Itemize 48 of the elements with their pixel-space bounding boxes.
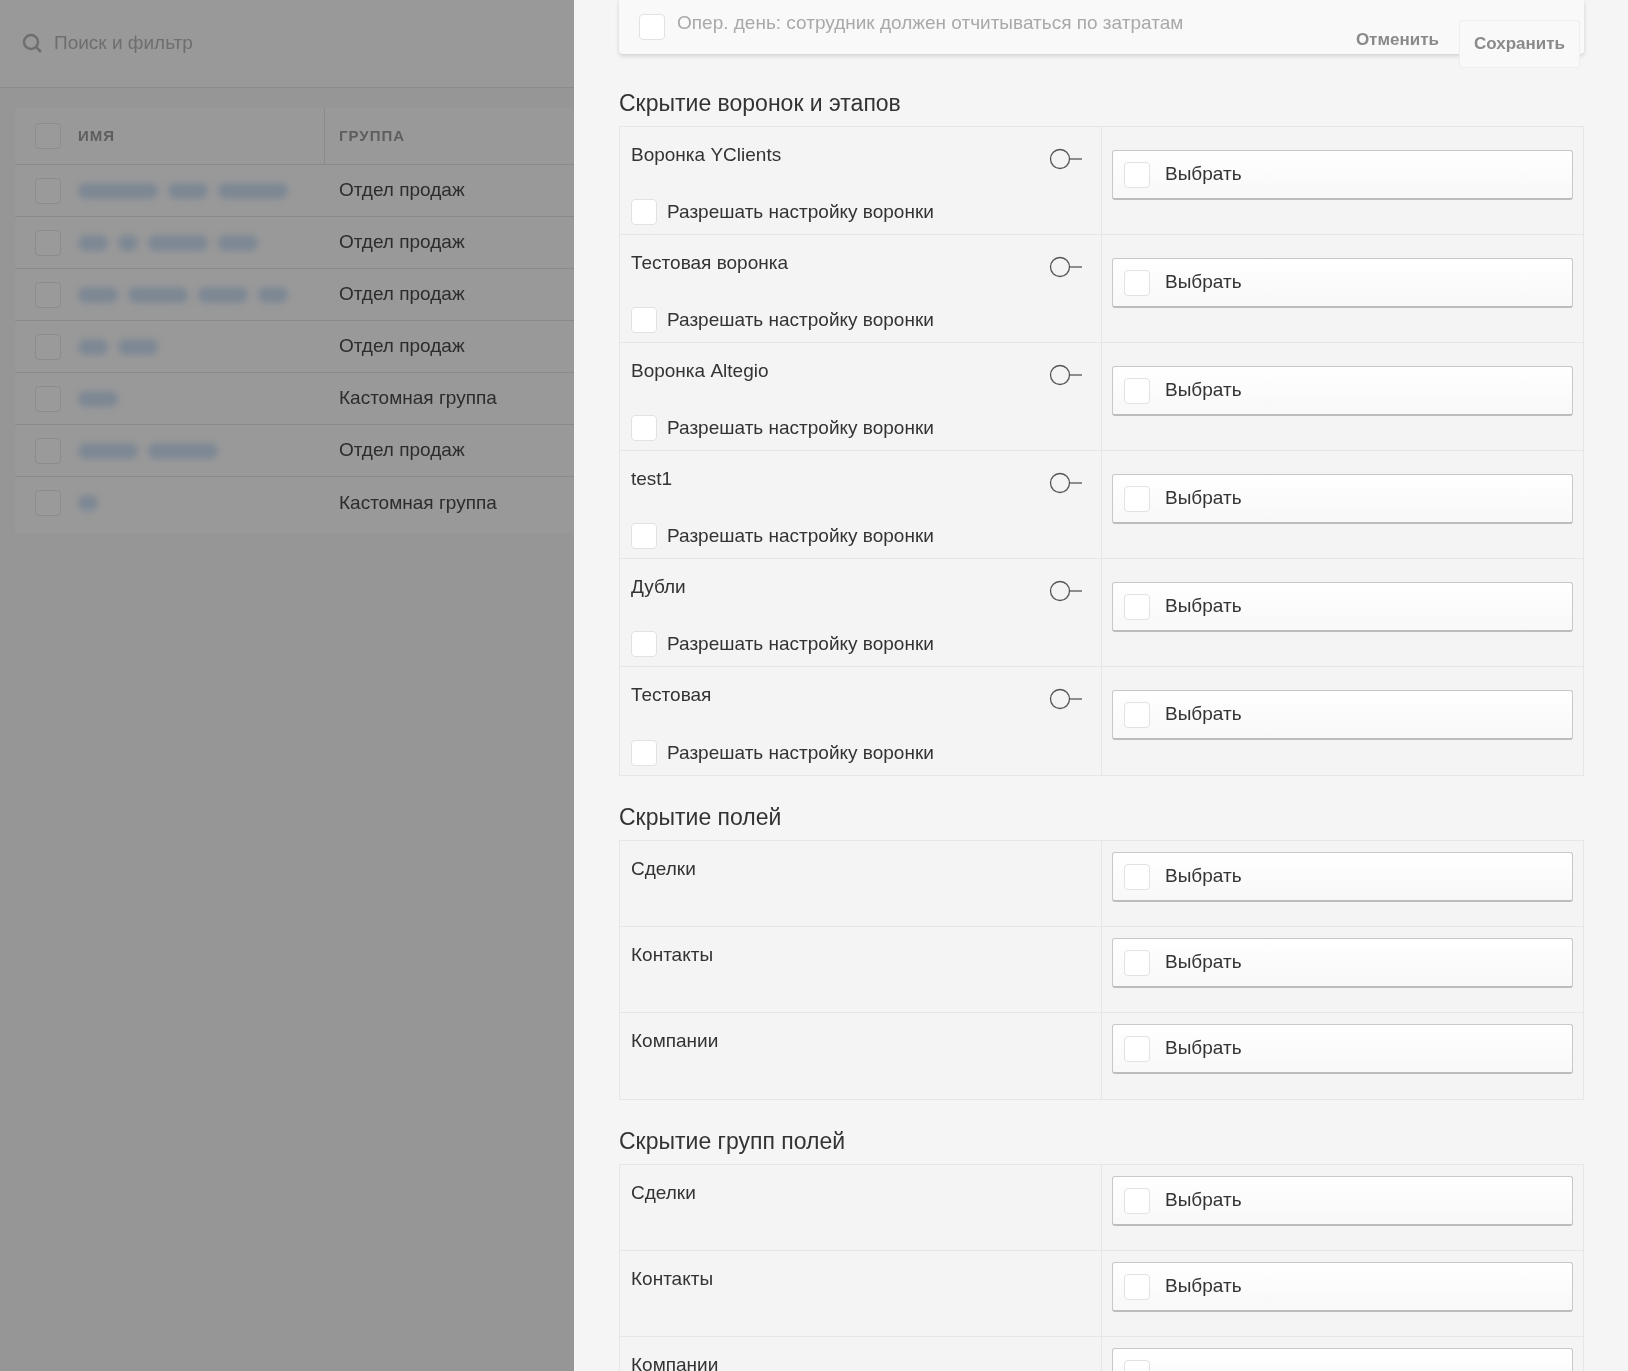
select-button[interactable]: Выбрать [1112,582,1573,632]
select-button[interactable]: Выбрать [1112,690,1573,740]
select-button[interactable]: Выбрать [1112,1262,1573,1312]
checkbox-label: Разрешать настройку воронки [667,631,934,656]
table-cell-text: Кастомная группа [339,490,497,515]
funnel-name: Тестовая воронка [631,251,789,275]
checkbox-label: Разрешать настройку воронки [667,415,934,440]
select-button[interactable]: Выбрать [1112,474,1573,524]
toggle-switch[interactable] [1049,147,1083,171]
table-cell-text: Отдел продаж [339,282,465,307]
entity-name: Компании [631,1354,719,1371]
toggle-switch[interactable] [1049,579,1083,603]
funnel-name: Воронка Altegio [631,359,769,383]
select-button[interactable]: Выбрать [1112,938,1573,988]
entity-name: Компании [631,1030,719,1051]
entity-name: Контакты [631,944,714,965]
toggle-switch[interactable] [1049,471,1083,495]
toggle-switch[interactable] [1049,255,1083,279]
select-button[interactable]: Выбрать [1112,1176,1573,1226]
entity-name: Сделки [631,858,696,879]
entity-name: Контакты [631,1268,714,1289]
search-icon [22,32,44,55]
toggle-switch[interactable] [1049,363,1083,387]
funnel-name: Воронка YClients [631,143,782,167]
funnel-name: test1 [631,467,673,491]
table-cell-text: Отдел продаж [339,178,465,203]
section-title: Скрытие полей [619,802,783,832]
select-button[interactable]: Выбрать [1112,258,1573,308]
select-button[interactable]: Выбрать [1112,366,1573,416]
checkbox-label: Разрешать настройку воронки [667,307,934,332]
checkbox-label: Разрешать настройку воронки [667,199,934,224]
funnel-name: Тестовая [631,683,712,707]
table-cell-text: Отдел продаж [339,438,465,463]
select-button[interactable]: Выбрать [1112,150,1573,200]
table-cell-text: Отдел продаж [339,230,465,255]
checkbox-label: Разрешать настройку воронки [667,523,934,548]
select-button[interactable]: Выбрать [1112,1024,1573,1074]
checkbox-label: Разрешать настройку воронки [667,740,934,765]
table-cell-text: Отдел продаж [339,334,465,359]
toggle-switch[interactable] [1049,687,1083,711]
option-label: Опер. день: сотрудник должен отчитываться по затратам [677,10,1184,35]
table-cell-text: Кастомная группа [339,386,497,411]
blurred-name [78,492,98,514]
section-title: Скрытие групп полей [619,1126,847,1156]
funnel-name: Дубли [631,575,686,599]
select-button[interactable]: Выбрать [1112,852,1573,902]
entity-name: Сделки [631,1182,696,1203]
section-title: Скрытие воронок и этапов [619,88,902,118]
